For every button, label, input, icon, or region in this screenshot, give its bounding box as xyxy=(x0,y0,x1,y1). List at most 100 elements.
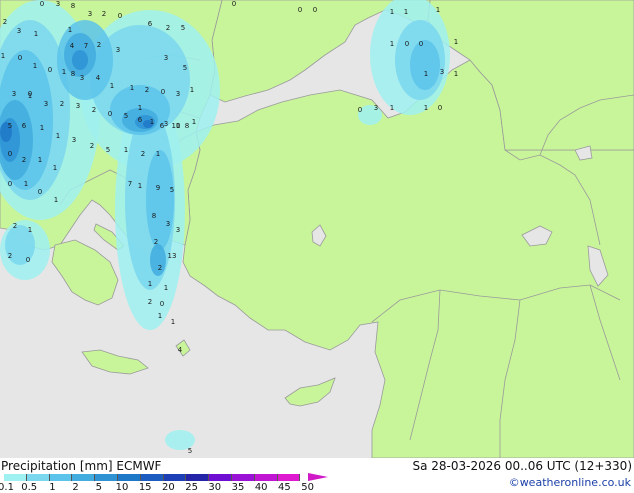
legend-swatch xyxy=(254,474,278,481)
legend-swatch xyxy=(49,474,73,481)
credit-link[interactable]: ©weatheronline.co.uk xyxy=(509,476,631,489)
precip-value: 5 xyxy=(106,146,110,154)
legend-tick-label: 40 xyxy=(254,482,268,493)
legend-tick-label: 2 xyxy=(72,482,79,493)
precip-value: 7 xyxy=(128,180,132,188)
precip-value: 0 xyxy=(40,0,44,8)
precip-value: 1 xyxy=(138,182,142,190)
precip-area xyxy=(72,50,88,70)
legend-swatch xyxy=(231,474,255,481)
precip-value: 6 xyxy=(138,116,143,124)
precip-value: 5 xyxy=(183,64,187,72)
legend-swatch xyxy=(140,474,164,481)
precip-value: 3 xyxy=(17,27,21,35)
precip-value: 0 xyxy=(160,300,164,308)
precip-area xyxy=(410,40,440,90)
precip-value: 6 xyxy=(148,20,153,28)
precip-value: 1 xyxy=(56,132,60,140)
precip-value: 1 xyxy=(454,70,458,78)
precip-value: 8 xyxy=(71,70,75,78)
precip-value: 1 xyxy=(24,180,28,188)
precipitation-map: 0383202311236254710101341120313132320561… xyxy=(0,0,634,458)
precip-value: 1 xyxy=(192,118,196,126)
precip-value: 1 xyxy=(28,226,32,234)
precip-value: 2 xyxy=(90,142,94,150)
precip-value: 2 xyxy=(148,298,152,306)
legend-swatch xyxy=(163,474,187,481)
precip-value: 3 xyxy=(176,90,180,98)
valid-time: Sa 28-03-2026 00..06 UTC (12+330) xyxy=(412,459,632,473)
precip-value: 1 xyxy=(404,8,408,16)
precip-value: 3 xyxy=(440,68,444,76)
precip-value: 1 xyxy=(158,312,162,320)
legend-color-bar xyxy=(4,474,301,481)
precip-value: 0 xyxy=(232,0,236,8)
precip-value: 5 xyxy=(188,447,192,455)
map-title: Precipitation [mm] ECMWF xyxy=(1,459,162,473)
precip-value: 1 xyxy=(1,52,5,60)
precip-value: 3 xyxy=(56,0,60,8)
precip-value: 0 xyxy=(298,6,302,14)
precip-value: 2 xyxy=(22,156,26,164)
precip-value: 1 xyxy=(424,104,428,112)
legend-tick-label: 1 xyxy=(49,482,56,493)
legend-tick-label: 20 xyxy=(162,482,175,493)
precip-value: 4 xyxy=(178,346,183,354)
precip-value: 0 xyxy=(38,188,42,196)
legend-swatch xyxy=(95,474,118,481)
legend-tick-label: 25 xyxy=(185,482,198,493)
legend-swatch xyxy=(186,474,210,481)
precip-value: 7 xyxy=(84,42,88,50)
precip-value: 3 xyxy=(72,136,76,144)
precip-value: 13 xyxy=(168,252,177,260)
precip-value: 3 xyxy=(176,226,180,234)
precip-value: 3 xyxy=(164,120,168,128)
legend-swatch xyxy=(117,474,141,481)
precip-value: 1 xyxy=(53,164,57,172)
precip-value: 10 xyxy=(172,122,181,130)
precip-value: 1 xyxy=(150,118,154,126)
legend-overflow-arrow xyxy=(308,473,328,481)
legend-swatch xyxy=(209,474,232,481)
precip-value: 3 xyxy=(44,100,48,108)
legend-tick-label: 35 xyxy=(231,482,245,493)
legend-tick-label: 50 xyxy=(301,482,314,493)
precip-value: 2 xyxy=(158,264,162,272)
precip-value: 1 xyxy=(110,82,114,90)
precip-value: 2 xyxy=(145,86,149,94)
precip-value: 8 xyxy=(71,2,75,10)
precip-value: 5 xyxy=(124,112,128,120)
precip-value: 2 xyxy=(92,106,96,114)
precip-value: 6 xyxy=(22,122,27,130)
precip-value: 3 xyxy=(116,46,120,54)
legend-tick-label: 15 xyxy=(138,482,152,493)
precip-value: 5 xyxy=(170,186,174,194)
precip-value: 0 xyxy=(108,110,112,118)
precip-value: 1 xyxy=(62,68,66,76)
precip-value: 1 xyxy=(34,30,38,38)
precip-value: 0 xyxy=(18,54,22,62)
footer: Precipitation [mm] ECMWF Sa 28-03-2026 0… xyxy=(0,458,634,493)
precip-value: 1 xyxy=(130,84,134,92)
precip-value: 1 xyxy=(171,318,175,326)
precip-value: 0 xyxy=(419,40,423,48)
precip-value: 2 xyxy=(13,222,17,230)
precip-value: 1 xyxy=(390,8,394,16)
precip-value: 5 xyxy=(8,122,12,130)
precip-value: 1 xyxy=(190,86,194,94)
precip-value: 0 xyxy=(118,12,122,20)
precip-value: 0 xyxy=(161,88,165,96)
precip-value: 1 xyxy=(436,6,440,14)
precip-value: 4 xyxy=(70,42,75,50)
precip-value: 2 xyxy=(60,100,64,108)
precip-value: 2 xyxy=(97,41,101,49)
precip-value: 5 xyxy=(181,24,185,32)
precip-value: 0 xyxy=(26,256,30,264)
precip-value: 2 xyxy=(154,238,158,246)
precip-value: 3 xyxy=(166,220,170,228)
precip-value: 1 xyxy=(124,146,128,154)
precip-value: 1 xyxy=(454,38,458,46)
precip-value: 3 xyxy=(374,104,378,112)
legend-swatch xyxy=(277,474,301,481)
precip-value: 2 xyxy=(8,252,12,260)
